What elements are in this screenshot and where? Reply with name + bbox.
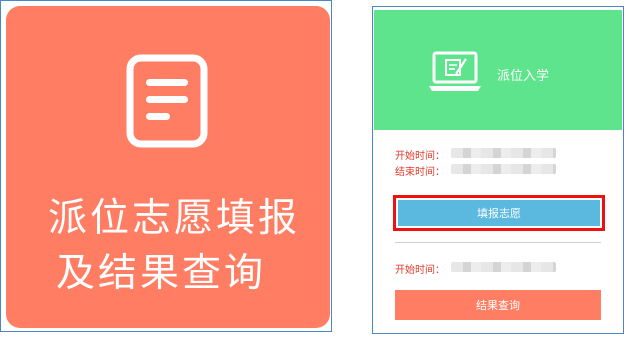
fill-start-time-label: 开始时间：	[395, 151, 445, 162]
card-title: 派位入学	[497, 69, 550, 84]
result-query-button[interactable]: 结果查询	[395, 290, 601, 320]
fill-end-time-value-redacted	[451, 164, 556, 174]
left-tile-frame: 派位志愿填报 及结果查询	[0, 0, 332, 332]
fill-volunteer-button[interactable]: 填报志愿	[398, 200, 600, 226]
laptop-edit-icon	[429, 51, 481, 91]
fill-end-time-label: 结束时间：	[395, 167, 445, 178]
admission-card: 派位入学 开始时间： 结束时间： 填报志愿 开始时间： 结果查询	[372, 6, 624, 334]
fill-start-time-value-redacted	[451, 148, 556, 158]
result-start-time-value-redacted	[451, 262, 556, 272]
document-icon	[126, 54, 208, 148]
tile-title-line1: 派位志愿填报	[48, 196, 301, 241]
section-divider	[395, 242, 601, 243]
tile-title-line2: 及结果查询	[56, 251, 267, 296]
volunteer-fill-and-result-tile[interactable]: 派位志愿填报 及结果查询	[6, 6, 330, 328]
card-header: 派位入学	[374, 10, 622, 130]
result-start-time-label: 开始时间：	[395, 265, 445, 276]
